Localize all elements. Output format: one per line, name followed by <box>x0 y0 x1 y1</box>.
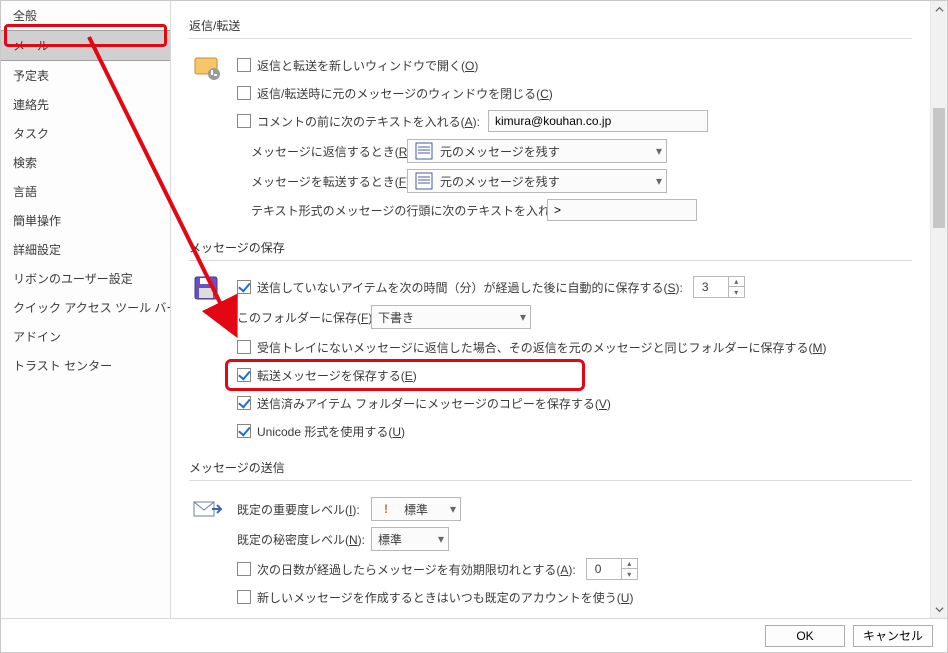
chk-save-forwarded[interactable] <box>237 368 251 382</box>
chk-save-reply-same-folder[interactable] <box>237 340 251 354</box>
dd-sensitivity-value: 標準 <box>378 531 402 548</box>
chk-prefix-comment[interactable] <box>237 114 251 128</box>
lbl-open-new-window: 返信と転送を新しいウィンドウで開く(O) <box>257 57 478 74</box>
lbl-use-unicode: Unicode 形式を使用する(U) <box>257 423 405 440</box>
sidebar-item-tasks[interactable]: タスク <box>1 119 170 148</box>
spin-down-icon[interactable]: ▾ <box>622 569 637 579</box>
scroll-up-icon[interactable] <box>931 1 947 18</box>
sidebar-item-qat[interactable]: クイック アクセス ツール バー <box>1 293 170 322</box>
dd-importance-value: 標準 <box>404 501 428 518</box>
chk-autosave[interactable] <box>237 280 251 294</box>
spin-down-icon[interactable]: ▾ <box>729 287 744 297</box>
dd-on-forward-value: 元のメッセージを残す <box>440 173 560 190</box>
section-title-reply: 返信/転送 <box>189 11 912 39</box>
spin-up-icon[interactable]: ▴ <box>622 559 637 569</box>
chevron-down-icon: ▾ <box>520 310 526 324</box>
section-title-send: メッセージの送信 <box>189 453 912 481</box>
sidebar-item-advanced[interactable]: 詳細設定 <box>1 235 170 264</box>
scroll-thumb[interactable] <box>933 108 945 228</box>
dialog-footer: OK キャンセル <box>1 618 947 652</box>
dd-save-folder[interactable]: 下書き ▾ <box>371 305 531 329</box>
sidebar-item-addins[interactable]: アドイン <box>1 322 170 351</box>
paragraph-icon <box>414 141 434 161</box>
lbl-save-reply-same-folder: 受信トレイにないメッセージに返信した場合、その返信を元のメッセージと同じフォルダ… <box>257 339 827 356</box>
spin-up-icon[interactable]: ▴ <box>729 277 744 287</box>
lbl-comma-separator: 宛先の区切り文字にコンマも使用できる(L) <box>257 617 487 619</box>
svg-text:!: ! <box>384 502 388 516</box>
chevron-down-icon: ▾ <box>656 144 662 158</box>
spin-expire[interactable]: 0 ▴▾ <box>586 558 638 580</box>
chevron-down-icon: ▾ <box>656 174 662 188</box>
lbl-expire: 次の日数が経過したらメッセージを有効期限切れとする(A): <box>257 561 576 578</box>
sidebar-item-mail[interactable]: メール <box>1 30 170 61</box>
section-save: メッセージの保存 送信していないアイテムを次の時間（分）が経過した後に自動的に保… <box>189 233 912 447</box>
lbl-save-forwarded: 転送メッセージを保存する(E) <box>257 367 417 384</box>
dd-importance[interactable]: ! 標準 ▾ <box>371 497 461 521</box>
lbl-prefix-comment: コメントの前に次のテキストを入れる(A): <box>257 113 480 130</box>
sidebar-item-calendar[interactable]: 予定表 <box>1 61 170 90</box>
chk-always-default-account[interactable] <box>237 590 251 604</box>
input-plain-prefix[interactable] <box>547 199 697 221</box>
reply-icon <box>189 49 225 85</box>
chevron-down-icon: ▾ <box>450 502 456 516</box>
dd-save-folder-value: 下書き <box>378 309 414 326</box>
chk-save-sent[interactable] <box>237 396 251 410</box>
lbl-save-sent: 送信済みアイテム フォルダーにメッセージのコピーを保存する(V) <box>257 395 611 412</box>
sidebar-item-trust[interactable]: トラスト センター <box>1 351 170 380</box>
sidebar-item-search[interactable]: 検索 <box>1 148 170 177</box>
chk-close-original[interactable] <box>237 86 251 100</box>
save-icon <box>189 271 225 307</box>
lbl-close-original: 返信/転送時に元のメッセージのウィンドウを閉じる(C) <box>257 85 553 102</box>
lbl-autosave: 送信していないアイテムを次の時間（分）が経過した後に自動的に保存する(S): <box>257 279 683 296</box>
lbl-always-default-account: 新しいメッセージを作成するときはいつも既定のアカウントを使う(U) <box>257 589 633 606</box>
cancel-button[interactable]: キャンセル <box>853 625 933 647</box>
sidebar-item-ease[interactable]: 簡単操作 <box>1 206 170 235</box>
chk-expire[interactable] <box>237 562 251 576</box>
section-send: メッセージの送信 既定の重要度レベル(I): ! 標準 ▾ <box>189 453 912 618</box>
chevron-down-icon: ▾ <box>438 532 444 546</box>
options-content: 返信/転送 返信と転送を新しいウィンドウで開く(O) <box>171 1 930 618</box>
sidebar-item-custom-ribbon[interactable]: リボンのユーザー設定 <box>1 264 170 293</box>
section-title-save: メッセージの保存 <box>189 233 912 261</box>
scroll-down-icon[interactable] <box>931 601 947 618</box>
chk-use-unicode[interactable] <box>237 424 251 438</box>
sidebar-item-language[interactable]: 言語 <box>1 177 170 206</box>
dd-on-forward[interactable]: 元のメッセージを残す ▾ <box>407 169 667 193</box>
section-reply-forward: 返信/転送 返信と転送を新しいウィンドウで開く(O) <box>189 11 912 227</box>
scroll-track[interactable] <box>931 18 947 601</box>
send-icon <box>189 491 225 527</box>
importance-icon: ! <box>378 499 398 519</box>
spin-autosave-min[interactable]: 3 ▴▾ <box>693 276 745 298</box>
paragraph-icon <box>414 171 434 191</box>
dd-on-reply[interactable]: 元のメッセージを残す ▾ <box>407 139 667 163</box>
options-sidebar: 全般 メール 予定表 連絡先 タスク 検索 言語 簡単操作 詳細設定 リボンのユ… <box>1 1 171 618</box>
ok-button[interactable]: OK <box>765 625 845 647</box>
sidebar-item-general[interactable]: 全般 <box>1 1 170 30</box>
vertical-scrollbar[interactable] <box>930 1 947 618</box>
input-prefix-comment[interactable] <box>488 110 708 132</box>
dd-on-reply-value: 元のメッセージを残す <box>440 143 560 160</box>
chk-open-new-window[interactable] <box>237 58 251 72</box>
sidebar-item-contacts[interactable]: 連絡先 <box>1 90 170 119</box>
dd-sensitivity[interactable]: 標準 ▾ <box>371 527 449 551</box>
